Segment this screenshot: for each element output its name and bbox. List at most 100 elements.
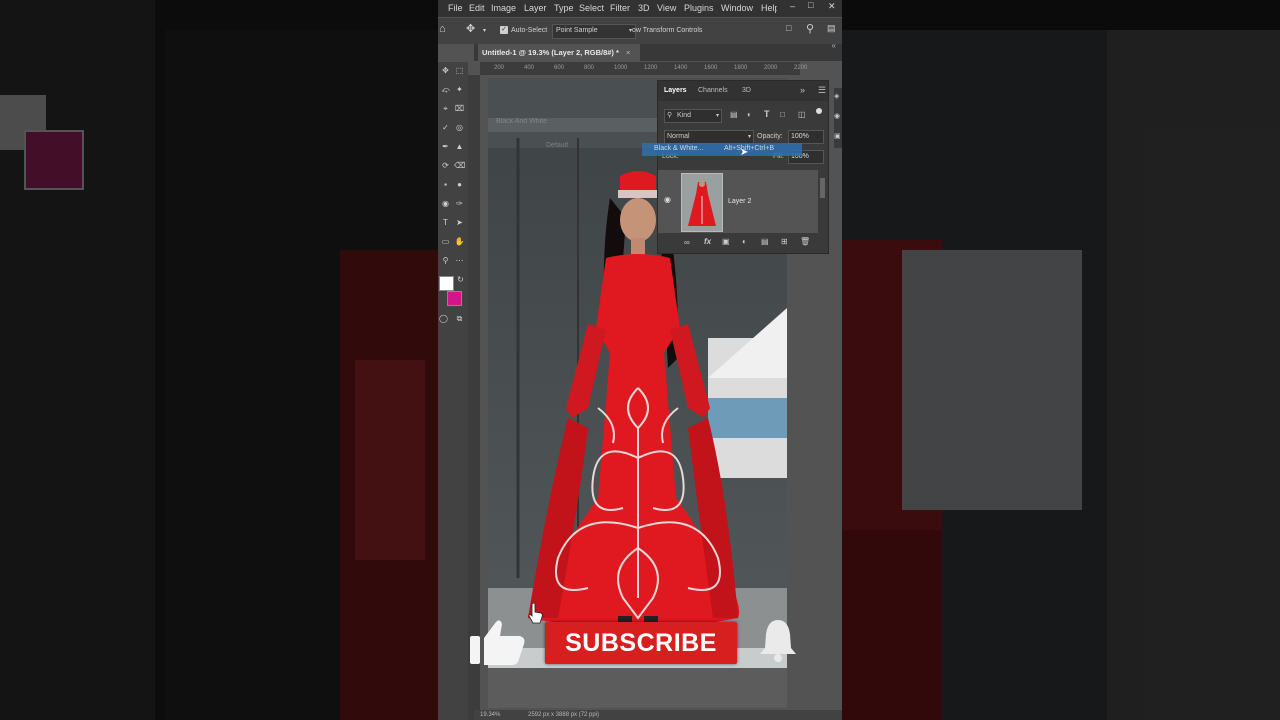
fx-icon[interactable]: fx <box>704 237 711 246</box>
gradient-tool-icon[interactable]: ▪ <box>440 180 451 190</box>
screen-mode-icon[interactable]: ⧉ <box>454 314 465 324</box>
menu-type[interactable]: Type <box>554 3 574 13</box>
layers-panel: Layers Channels 3D » ☰ ⚲ Kind ▾ ▤ ◐ T □ … <box>642 80 829 254</box>
menu-help[interactable]: Help <box>761 3 777 13</box>
blur-tool-icon[interactable]: ● <box>454 180 465 190</box>
zoom-tool-icon[interactable]: ⚲ <box>440 256 451 266</box>
notification-bell-icon[interactable] <box>758 618 798 664</box>
new-adjustment-icon[interactable]: ◐ <box>742 237 747 246</box>
zoom-level[interactable]: 19.34% <box>480 712 500 718</box>
shape-filter-icon[interactable]: □ <box>780 110 785 119</box>
tool-preset-chevron-icon[interactable]: ▾ <box>483 27 486 34</box>
frame-tool-icon[interactable]: ⌧ <box>454 104 465 114</box>
adjustments-icon[interactable]: ◉ <box>834 112 840 120</box>
auto-select-label: Auto-Select <box>511 27 548 34</box>
pen-tool-icon[interactable]: ✑ <box>454 199 465 209</box>
minimize-icon[interactable]: – <box>790 1 795 11</box>
home-icon[interactable]: ⌂ <box>439 23 446 35</box>
tab-layers[interactable]: Layers <box>664 87 687 94</box>
subscribe-button[interactable]: SUBSCRIBE <box>545 622 737 664</box>
collapse-icon[interactable]: » <box>800 85 805 95</box>
properties-icon[interactable]: ◈ <box>834 92 839 100</box>
opacity-input[interactable]: 100% <box>788 130 824 144</box>
marquee-tool-icon[interactable]: ⬚ <box>454 66 465 76</box>
context-menu-item-black-white[interactable]: Black & White... Alt+Shift+Ctrl+B <box>642 143 802 156</box>
move-tool-icon[interactable]: ✥ <box>466 22 475 35</box>
quick-select-tool-icon[interactable]: ✦ <box>454 85 465 95</box>
background-color-swatch[interactable] <box>447 291 462 306</box>
maximize-icon[interactable]: □ <box>808 0 813 10</box>
stamp-tool-icon[interactable]: ▲ <box>454 142 465 152</box>
photoshop-window: File Edit Image Layer Type Select Filter… <box>438 0 842 720</box>
eyedropper-tool-icon[interactable]: ✓ <box>440 123 451 133</box>
smart-object-filter-icon[interactable]: ◫ <box>798 110 806 119</box>
close-icon[interactable]: ✕ <box>828 1 836 12</box>
blend-mode-select[interactable]: Normal ▾ <box>664 130 754 144</box>
sample-select[interactable]: Point Sample ▾ <box>552 24 636 39</box>
type-filter-icon[interactable]: T <box>764 109 770 119</box>
ruler-tick-label: 600 <box>554 65 565 71</box>
libraries-icon[interactable]: ▣ <box>834 132 841 140</box>
lasso-tool-icon[interactable]: ⤽ <box>440 85 451 95</box>
new-layer-icon[interactable]: ⊞ <box>781 237 788 246</box>
add-mask-icon[interactable]: ▣ <box>722 237 730 246</box>
tools-panel: ✥ ⬚ ⤽ ✦ ⌖ ⌧ ✓ ◎ ✒ ▲ ⟳ ⌫ ▪ ● ◉ ✑ T ➤ ▭ ✋ … <box>438 62 468 720</box>
document-tab[interactable]: Untitled-1 @ 19.3% (Layer 2, RGB/8#) * × <box>478 44 640 61</box>
auto-select-checkbox[interactable]: ✓ <box>500 26 508 34</box>
menu-image[interactable]: Image <box>491 3 516 13</box>
eraser-tool-icon[interactable]: ⌫ <box>454 161 465 171</box>
menu-file[interactable]: File <box>448 3 463 13</box>
layer-name[interactable]: Layer 2 <box>728 198 751 205</box>
menu-window[interactable]: Window <box>721 3 753 13</box>
brush-tool-icon[interactable]: ✒ <box>440 142 451 152</box>
foreground-color-swatch[interactable] <box>439 276 454 291</box>
frame-icon[interactable]: □ <box>786 23 791 33</box>
history-brush-tool-icon[interactable]: ⟳ <box>440 161 451 171</box>
quick-mask-icon[interactable]: ◯ <box>438 314 449 324</box>
crop-tool-icon[interactable]: ⌖ <box>440 104 451 114</box>
dodge-tool-icon[interactable]: ◉ <box>440 199 451 209</box>
layer-row[interactable]: ◉ Layer 2 <box>658 170 818 233</box>
new-group-folder-icon[interactable]: ▤ <box>761 237 769 246</box>
filter-toggle-icon[interactable] <box>816 108 822 114</box>
healing-tool-icon[interactable]: ◎ <box>454 123 465 133</box>
workspace-icon[interactable]: ▤ <box>827 23 836 34</box>
hand-tool-icon[interactable]: ✋ <box>454 237 465 247</box>
hand-cursor-icon <box>528 602 544 624</box>
ruler-tick-label: 1200 <box>644 65 658 71</box>
close-tab-icon[interactable]: × <box>626 48 630 57</box>
move-tool-icon[interactable]: ✥ <box>440 66 451 76</box>
menu-3d[interactable]: 3D <box>638 3 650 13</box>
more-tools-icon[interactable]: ⋯ <box>454 256 465 266</box>
search-icon[interactable]: ⚲ <box>806 22 814 35</box>
opacity-value: 100% <box>791 133 809 140</box>
link-layers-icon[interactable]: ∞ <box>684 238 690 247</box>
menu-plugins[interactable]: Plugins <box>684 3 714 13</box>
menu-edit[interactable]: Edit <box>469 3 485 13</box>
like-thumbs-up-icon[interactable] <box>470 618 526 666</box>
layers-scrollbar[interactable] <box>819 170 826 233</box>
menu-view[interactable]: View <box>657 3 676 13</box>
pixel-filter-icon[interactable]: ▤ <box>730 110 738 119</box>
swap-colors-icon[interactable]: ↻ <box>455 275 466 285</box>
menu-filter[interactable]: Filter <box>610 3 630 13</box>
layer-thumbnail <box>681 173 723 232</box>
delete-layer-trash-icon[interactable]: 🗑 <box>800 237 810 246</box>
kind-filter-select[interactable]: ⚲ Kind ▾ <box>664 109 722 123</box>
right-blurred-background <box>842 0 1280 720</box>
menu-layer[interactable]: Layer <box>524 3 547 13</box>
menu-select[interactable]: Select <box>579 3 604 13</box>
type-tool-icon[interactable]: T <box>440 218 451 228</box>
ruler-tick-label: 1000 <box>614 65 628 71</box>
visibility-eye-icon[interactable]: ◉ <box>664 195 671 204</box>
chevron-down-icon: ▾ <box>715 113 719 119</box>
options-bar: ⌂ ✥ ▾ ✓ Auto-Select Point Sample ▾ ow Tr… <box>438 18 842 44</box>
path-select-tool-icon[interactable]: ➤ <box>454 218 465 228</box>
collapse-panels-icon[interactable]: « <box>832 41 836 50</box>
ruler-tick-label: 800 <box>584 65 595 71</box>
panel-menu-icon[interactable]: ☰ <box>818 85 826 96</box>
adjustment-filter-icon[interactable]: ◐ <box>747 110 752 119</box>
tab-3d[interactable]: 3D <box>742 87 751 94</box>
rectangle-tool-icon[interactable]: ▭ <box>440 237 451 247</box>
tab-channels[interactable]: Channels <box>698 87 728 94</box>
